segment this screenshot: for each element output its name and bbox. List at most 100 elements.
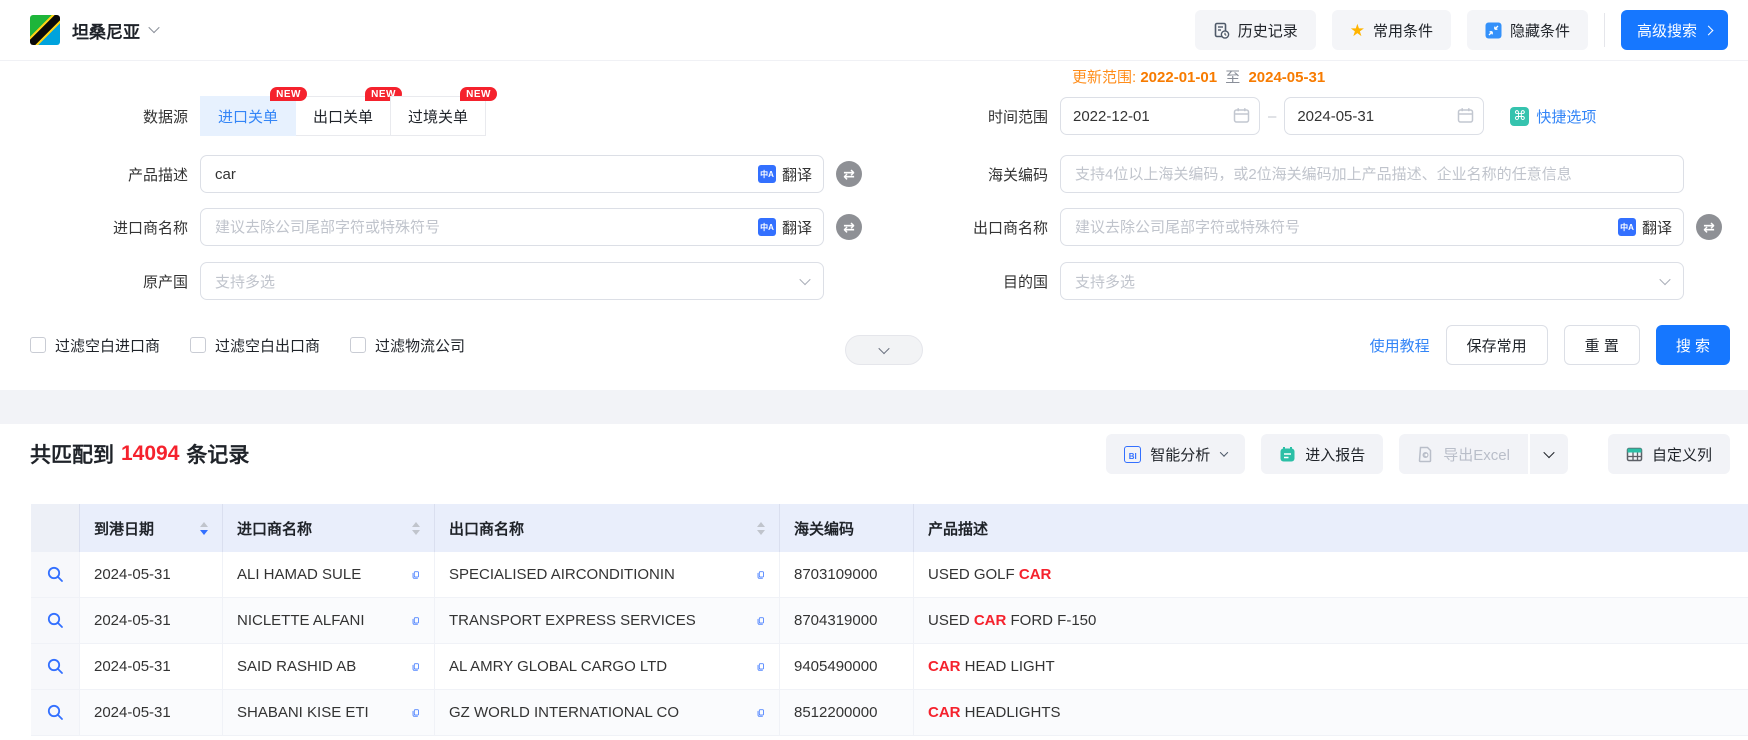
- update-range-word: 至: [1225, 69, 1240, 86]
- destination-country-label: 目的国: [876, 271, 1060, 292]
- sort-asc-icon[interactable]: [757, 522, 765, 527]
- header-arrival-date[interactable]: 到港日期: [80, 504, 223, 552]
- checkbox-icon[interactable]: [30, 337, 46, 353]
- translate-icon: 中A: [758, 218, 776, 236]
- hs-code-input[interactable]: [1060, 155, 1684, 193]
- cell-arrival-date: 2024-05-31: [80, 598, 223, 643]
- header-importer[interactable]: 进口商名称: [223, 504, 435, 552]
- translate-button[interactable]: 中A 翻译: [1618, 208, 1672, 246]
- header-exporter[interactable]: 出口商名称: [435, 504, 780, 552]
- search-label: 搜 索: [1676, 335, 1710, 356]
- end-date-input[interactable]: [1284, 97, 1484, 135]
- row-search-button[interactable]: [31, 552, 80, 597]
- translate-button[interactable]: 中A 翻译: [758, 155, 812, 193]
- importer-input[interactable]: [200, 208, 824, 246]
- copy-icon[interactable]: [749, 613, 765, 629]
- product-highlight: CAR: [928, 704, 961, 721]
- cell-product-desc: USED GOLF CAR: [914, 552, 1748, 597]
- destination-country-select[interactable]: 支持多选: [1060, 262, 1684, 300]
- checkbox-label: 过滤空白进口商: [55, 335, 160, 356]
- row-search-button[interactable]: [31, 690, 80, 735]
- search-button[interactable]: 搜 索: [1656, 325, 1730, 365]
- copy-icon[interactable]: [404, 613, 420, 629]
- product-post: HEADLIGHTS: [961, 704, 1061, 721]
- save-favorite-button[interactable]: 保存常用: [1446, 325, 1548, 365]
- tab-import-declarations[interactable]: 进口关单 NEW: [200, 96, 296, 136]
- swap-icon[interactable]: ⇄: [836, 161, 862, 187]
- tab-transit-declarations[interactable]: 过境关单 NEW: [390, 96, 486, 136]
- copy-icon[interactable]: [404, 567, 420, 583]
- history-button-label: 历史记录: [1238, 20, 1298, 41]
- exporter-label: 出口商名称: [876, 217, 1060, 238]
- summary-prefix: 共匹配到: [30, 439, 114, 469]
- sort-desc-icon[interactable]: [757, 530, 765, 535]
- sort-asc-icon[interactable]: [412, 522, 420, 527]
- hide-button-label: 隐藏条件: [1510, 20, 1570, 41]
- cell-exporter: GZ WORLD INTERNATIONAL CO: [435, 690, 780, 735]
- enter-report-button[interactable]: 进入报告: [1261, 434, 1383, 474]
- time-range-label: 时间范围: [876, 106, 1060, 127]
- row-search-button[interactable]: [31, 644, 80, 689]
- cell-arrival-date: 2024-05-31: [80, 552, 223, 597]
- start-date-input[interactable]: [1060, 97, 1260, 135]
- copy-icon[interactable]: [404, 705, 420, 721]
- sort-icons[interactable]: [747, 522, 765, 535]
- row-search-button[interactable]: [31, 598, 80, 643]
- customize-columns-button[interactable]: 自定义列: [1608, 434, 1730, 474]
- copy-icon[interactable]: [404, 659, 420, 675]
- sort-asc-icon[interactable]: [200, 522, 208, 527]
- export-excel-label: 导出Excel: [1443, 444, 1510, 465]
- history-button[interactable]: 历史记录: [1195, 10, 1316, 50]
- translate-button[interactable]: 中A 翻译: [758, 208, 812, 246]
- header-label: 到港日期: [94, 518, 154, 539]
- swap-icon[interactable]: ⇄: [836, 214, 862, 240]
- cell-product-desc: CAR HEADLIGHTS: [914, 690, 1748, 735]
- hide-conditions-button[interactable]: 隐藏条件: [1467, 10, 1588, 50]
- chevron-right-icon: [1704, 25, 1714, 35]
- chevron-down-icon: [878, 343, 889, 354]
- sort-icons[interactable]: [190, 522, 208, 535]
- result-summary: 共匹配到 14094 条记录: [30, 439, 249, 469]
- copy-icon[interactable]: [749, 705, 765, 721]
- cell-exporter: SPECIALISED AIRCONDITIONIN: [435, 552, 780, 597]
- export-excel-split-button: 导出Excel: [1399, 434, 1568, 474]
- tab-export-declarations[interactable]: 出口关单 NEW: [295, 96, 391, 136]
- export-excel-button[interactable]: 导出Excel: [1399, 434, 1528, 474]
- product-highlight: CAR: [974, 612, 1007, 629]
- origin-placeholder: 支持多选: [215, 271, 275, 292]
- table-row: 2024-05-31NICLETTE ALFANITRANSPORT EXPRE…: [31, 598, 1748, 644]
- sort-desc-icon[interactable]: [200, 530, 208, 535]
- reset-button[interactable]: 重 置: [1564, 325, 1640, 365]
- favorite-conditions-button[interactable]: ★ 常用条件: [1332, 10, 1451, 50]
- header-hs-code: 海关编码: [780, 504, 914, 552]
- exporter-input[interactable]: [1060, 208, 1684, 246]
- product-desc-input[interactable]: [200, 155, 824, 193]
- advanced-search-button[interactable]: 高级搜索: [1621, 10, 1728, 50]
- collapse-panel-button[interactable]: [845, 335, 923, 365]
- summary-suffix: 条记录: [186, 439, 249, 469]
- export-options-button[interactable]: [1530, 434, 1568, 474]
- origin-country-label: 原产国: [0, 271, 200, 292]
- swap-icon[interactable]: ⇄: [1696, 214, 1722, 240]
- cell-exporter: AL AMRY GLOBAL CARGO LTD: [435, 644, 780, 689]
- magnifier-icon: [46, 611, 65, 630]
- country-chevron-down-icon[interactable]: [148, 22, 159, 33]
- tab-label: 进口关单: [218, 106, 278, 127]
- checkbox-filter-logistics[interactable]: 过滤物流公司: [350, 335, 465, 356]
- copy-icon[interactable]: [749, 659, 765, 675]
- cell-hs-code: 8704319000: [780, 598, 914, 643]
- cell-importer: NICLETTE ALFANI: [223, 598, 435, 643]
- sort-icons[interactable]: [402, 522, 420, 535]
- importer-label: 进口商名称: [0, 217, 200, 238]
- copy-icon[interactable]: [749, 567, 765, 583]
- quick-options-button[interactable]: ⌘ 快捷选项: [1510, 106, 1596, 127]
- checkbox-filter-blank-exporter[interactable]: 过滤空白出口商: [190, 335, 320, 356]
- smart-analysis-button[interactable]: BI 智能分析: [1106, 434, 1245, 474]
- checkbox-icon[interactable]: [350, 337, 366, 353]
- origin-country-select[interactable]: 支持多选: [200, 262, 824, 300]
- tutorial-link[interactable]: 使用教程: [1370, 335, 1430, 356]
- checkbox-icon[interactable]: [190, 337, 206, 353]
- sort-desc-icon[interactable]: [412, 530, 420, 535]
- checkbox-filter-blank-importer[interactable]: 过滤空白进口商: [30, 335, 160, 356]
- table-row: 2024-05-31ALI HAMAD SULESPECIALISED AIRC…: [31, 552, 1748, 598]
